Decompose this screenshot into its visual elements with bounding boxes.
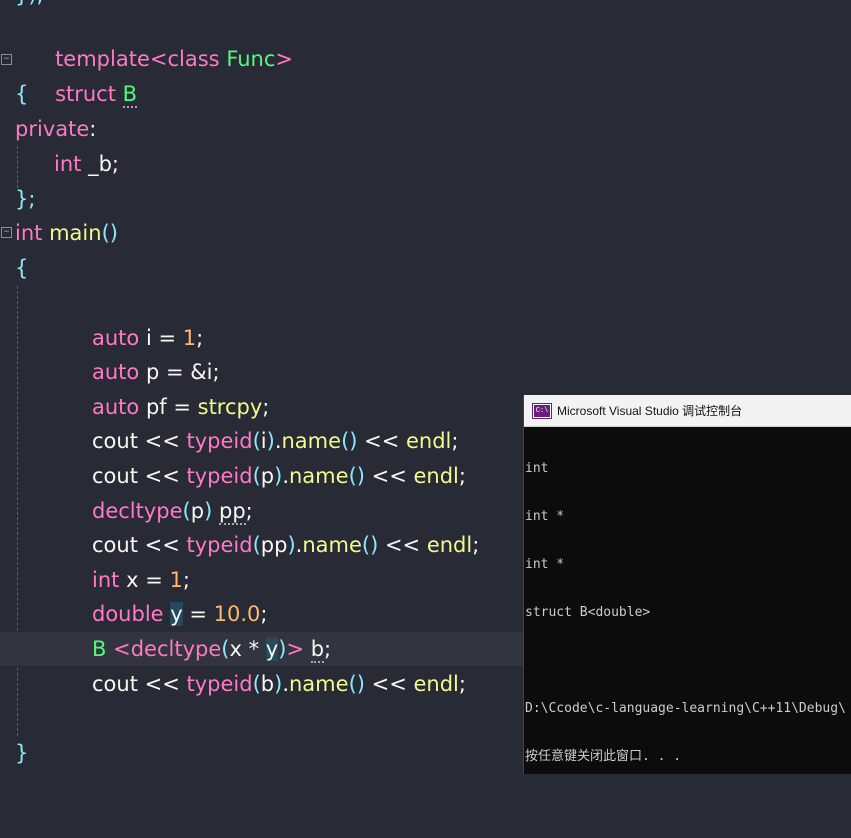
keyword: auto [92,360,140,384]
punct: () [101,221,118,245]
code-line-private[interactable]: private: [0,112,851,146]
operator: << [137,672,187,696]
number: 1 [169,568,183,592]
operator: << [364,464,414,488]
keyword: int [54,152,82,176]
keyword: typeid [186,464,253,488]
function-name: endl [413,464,459,488]
brace: }; [15,187,36,211]
operator: << [137,533,187,557]
console-line: int * [525,557,565,572]
function-name: name [289,464,349,488]
function-name: name [289,672,349,696]
code-line-auto-i[interactable]: auto i = 1; [0,321,851,355]
identifier: cout [92,672,138,696]
debug-console-window[interactable]: C:\ Microsoft Visual Studio 调试控制台 int in… [523,395,851,774]
function-name: strcpy [197,395,263,419]
keyword: private [15,117,90,141]
console-line: int * [525,509,565,524]
fold-collapse-icon[interactable]: − [1,227,12,238]
number: 1 [182,326,197,350]
function-name: name [302,533,362,557]
punct: ; [111,152,119,176]
keyword: double [92,602,164,626]
keyword: typeid [186,672,253,696]
brace: { [15,82,29,106]
console-title: Microsoft Visual Studio 调试控制台 [557,404,743,418]
code-text: pf = [139,395,198,419]
code-line-auto-p[interactable]: auto p = &i; [0,355,851,389]
function-name: main [49,221,102,245]
identifier: _b [88,152,112,176]
console-line: struct B<double> [525,605,651,620]
number: 10.0 [213,602,261,626]
operator: << [357,429,406,453]
identifier-highlighted: y [265,637,279,661]
identifier-highlighted: y [170,602,183,626]
identifier: x [229,637,242,661]
punct: ; [196,326,204,350]
function-name: endl [413,672,459,696]
console-line: 按任意键关闭此窗口. . . [525,749,682,764]
punct: ; [212,360,220,384]
type-name: B [92,637,107,661]
code-text: p = &i [139,360,213,384]
code-line-main-open[interactable]: { [0,251,851,285]
keyword: typeid [186,429,253,453]
console-line: D:\Ccode\c-language-learning\C++11\Debug… [525,701,846,716]
keyword: auto [92,395,140,419]
identifier: x [126,568,139,592]
function-name: endl [426,533,473,557]
operator: << [378,533,427,557]
code-line-main[interactable]: − int main() [0,216,851,250]
console-app-icon: C:\ [532,402,552,419]
identifier: b [310,637,325,663]
code-line-template[interactable]: template<class Func> [0,8,851,71]
identifier: cout [92,464,138,488]
keyword: typeid [186,533,253,557]
code-line-brace[interactable]: { [0,77,851,111]
code-line-member[interactable]: int _b; [0,147,851,181]
console-line: int [525,461,549,476]
identifier: pp [218,499,246,525]
keyword: auto [92,326,140,350]
brace: { [15,256,29,280]
console-output[interactable]: int int * int * struct B<double> D:\Ccod… [524,427,851,774]
code-line-close-struct[interactable]: }; [0,182,851,216]
code-text: i = [139,326,183,350]
keyword: decltype [130,637,222,661]
keyword: int [92,568,120,592]
identifier: p [190,499,205,523]
punct: ; [262,395,270,419]
identifier: pp [260,533,288,557]
operator: << [137,464,187,488]
operator: << [364,672,414,696]
brace: } [15,741,29,765]
identifier: cout [92,429,138,453]
function-name: endl [406,429,452,453]
fold-collapse-icon[interactable]: − [1,54,12,65]
function-name: name [281,429,342,453]
punct: : [89,117,97,141]
console-titlebar[interactable]: C:\ Microsoft Visual Studio 调试控制台 [524,395,851,427]
identifier: p [260,464,275,488]
identifier: b [260,672,275,696]
operator: << [137,429,187,453]
identifier: cout [92,533,138,557]
code-line-struct[interactable]: − struct B [0,43,851,108]
keyword: int [15,221,43,245]
keyword: decltype [92,499,183,523]
